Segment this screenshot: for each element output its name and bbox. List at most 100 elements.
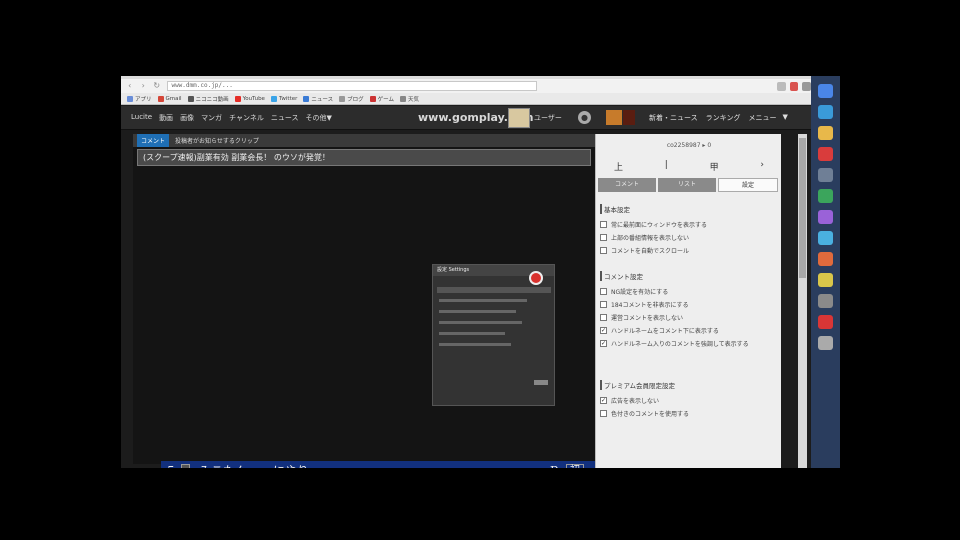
bookmark-label: Twitter <box>278 95 298 102</box>
bookmark-label: 天気 <box>407 96 419 103</box>
checkbox[interactable] <box>600 301 607 308</box>
taskbar <box>811 76 840 468</box>
tab-comment[interactable]: コメント <box>137 134 170 147</box>
forward-icon[interactable]: › <box>138 81 147 91</box>
back-icon[interactable]: ‹ <box>125 81 134 91</box>
site-nav-item[interactable]: チャンネル <box>229 113 264 123</box>
scrollbar[interactable] <box>798 134 807 468</box>
bookmark-item[interactable]: ニコニコ動画 <box>187 95 229 103</box>
bookmark-favicon-icon <box>339 95 346 102</box>
app-icon[interactable] <box>818 168 833 182</box>
bookmark-item[interactable]: 天気 <box>399 95 419 103</box>
address-bar[interactable]: www.dmm.co.jp/... <box>167 81 538 91</box>
setting-option[interactable]: 184コメントを非表示にする <box>600 298 776 311</box>
calendar-icon[interactable] <box>818 252 833 266</box>
settings-icon[interactable] <box>818 210 833 224</box>
panel-control-button[interactable]: 甲 <box>710 160 719 173</box>
setting-option[interactable]: 運営コメントを表示しない <box>600 311 776 324</box>
site-right-link[interactable]: 新着・ニュース <box>649 113 698 123</box>
setting-option[interactable]: 色付きのコメントを使用する <box>600 407 776 420</box>
bookmark-favicon-icon <box>127 95 133 102</box>
bookmark-label: Gmail <box>165 95 182 102</box>
checkbox[interactable]: ✓ <box>600 340 607 347</box>
checkbox[interactable]: ✓ <box>600 397 607 404</box>
reload-icon[interactable]: ↻ <box>152 81 161 91</box>
chat-icon[interactable] <box>818 231 833 245</box>
user-link[interactable]: ユーザー <box>534 113 562 123</box>
bookmark-item[interactable]: ブログ <box>339 95 364 103</box>
bookmark-label: ニュース <box>311 96 334 103</box>
panel-tab[interactable]: コメント <box>598 178 656 192</box>
thumbnail-image <box>508 108 530 128</box>
setting-option[interactable]: 上部の番組情報を表示しない <box>600 231 776 244</box>
site-nav-item[interactable]: 動画 <box>159 113 173 123</box>
setting-label: NG設定を有効にする <box>611 289 669 296</box>
media-icon[interactable] <box>818 189 833 203</box>
player-area: コメント 投稿者がお知らせするクリップ (スクープ速報)副業有効 副業会長！ の… <box>133 134 595 468</box>
globe-icon[interactable] <box>818 105 833 119</box>
checkbox[interactable]: ✓ <box>600 327 607 334</box>
photo-icon[interactable] <box>818 273 833 287</box>
ok-button[interactable] <box>534 380 548 385</box>
checkbox[interactable] <box>600 288 607 295</box>
video-icon[interactable] <box>818 315 833 329</box>
setting-label: 運営コメントを表示しない <box>611 315 684 322</box>
site-nav-item[interactable]: その他▼ <box>306 113 332 123</box>
checkbox[interactable] <box>600 234 607 241</box>
setting-option[interactable]: ✓ ハンドルネームをコメント下に表示する <box>600 324 776 337</box>
site-right-link[interactable]: メニュー <box>748 113 776 123</box>
panel-control-button[interactable]: | <box>665 160 668 173</box>
browser-toolbar: ‹ › ↻ www.dmm.co.jp/... <box>121 79 812 93</box>
panel-tab[interactable]: リスト <box>658 178 716 192</box>
bookmark-item[interactable]: ゲーム <box>369 95 394 103</box>
tool-icon[interactable] <box>818 294 833 308</box>
checkbox[interactable] <box>600 247 607 254</box>
chrome-icon[interactable] <box>818 84 833 98</box>
settings-popup[interactable]: 設定 Settings <box>432 264 555 406</box>
folder-icon[interactable] <box>818 126 833 140</box>
bookmarks-bar: アプリ Gmail ニコニコ動画 YouTube Twitter ニュース ブログ ゲーム 天気 <box>121 93 811 105</box>
checkbox[interactable] <box>600 221 607 228</box>
setting-option[interactable]: 常に最前面にウィンドウを表示する <box>600 218 776 231</box>
bookmark-favicon-icon <box>234 95 241 102</box>
panel-control-button[interactable]: 上 <box>614 160 623 173</box>
close-icon[interactable] <box>529 271 543 285</box>
site-nav-item[interactable]: ニュース <box>271 113 299 123</box>
bookmark-item[interactable]: Twitter <box>270 95 298 102</box>
site-nav-item[interactable]: 画像 <box>180 113 194 123</box>
setting-option[interactable]: コメントを自動でスクロール <box>600 244 776 257</box>
bookmark-item[interactable]: ニュース <box>303 95 333 103</box>
record-icon[interactable] <box>818 147 833 161</box>
channel-id: co2258987 ▸ 0 <box>666 142 712 149</box>
setting-label: 常に最前面にウィンドウを表示する <box>611 222 708 229</box>
setting-option[interactable]: NG設定を有効にする <box>600 285 776 298</box>
checkbox[interactable] <box>600 314 607 321</box>
site-right-link[interactable]: ランキング <box>706 113 741 123</box>
setting-option[interactable]: ✓ 広告を表示しない <box>600 394 776 407</box>
bookmark-favicon-icon <box>187 95 194 102</box>
site-nav-item[interactable]: Lucite <box>131 113 152 123</box>
checkbox[interactable] <box>600 410 607 417</box>
panel-control-button[interactable]: › <box>760 160 764 173</box>
setting-label: 184コメントを非表示にする <box>611 302 689 309</box>
menu-icon[interactable] <box>802 81 812 91</box>
tab-info[interactable]: 投稿者がお知らせするクリップ <box>175 136 259 145</box>
bookmark-item[interactable]: Gmail <box>157 95 182 102</box>
bookmark-item[interactable]: YouTube <box>234 95 265 102</box>
section-title: 基本設定 <box>600 204 776 214</box>
video-title: (スクープ速報)副業有効 副業会長！ のウソが発覚！ <box>137 149 591 166</box>
user-badge-icon <box>181 464 190 468</box>
avatar[interactable] <box>606 110 622 125</box>
info-icon[interactable]: ● <box>578 111 591 124</box>
notes-icon[interactable] <box>818 336 833 350</box>
menu-caret-icon[interactable]: ▼ <box>782 113 787 123</box>
scroll-thumb[interactable] <box>799 138 806 278</box>
setting-option[interactable]: ✓ ハンドルネーム入りのコメントを強調して表示する <box>600 337 776 350</box>
comment-text: にやり <box>273 461 309 468</box>
star-icon[interactable] <box>777 81 786 91</box>
site-nav-item[interactable]: マンガ <box>201 113 222 123</box>
user-icon[interactable] <box>623 110 635 125</box>
panel-tab[interactable]: 設定 <box>718 178 778 192</box>
bookmark-item[interactable]: アプリ <box>127 95 152 103</box>
extension-icon[interactable] <box>789 81 799 91</box>
